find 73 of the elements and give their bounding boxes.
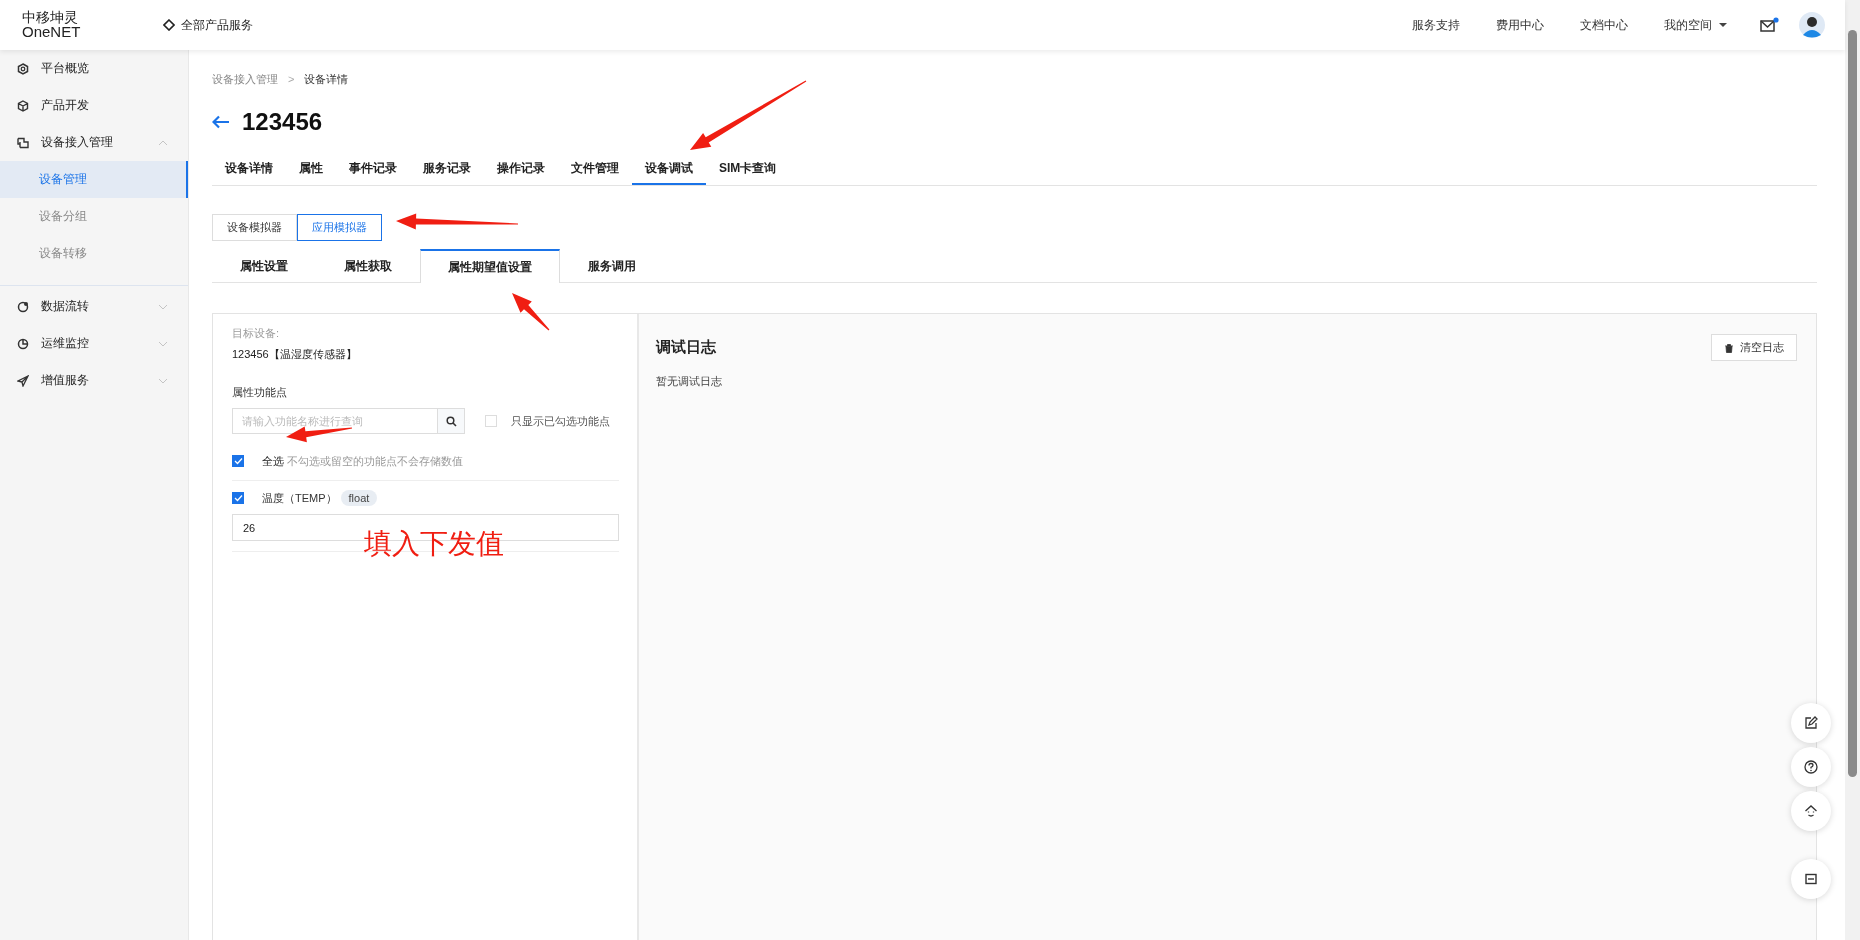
tab[interactable]: 服务记录 [410,153,484,185]
sidebar-item[interactable]: 运维监控 [0,325,188,362]
sub-tab[interactable]: 属性获取 [316,249,420,282]
scrollbar[interactable] [1845,0,1860,940]
breadcrumb-separator: > [288,73,295,85]
type-tag: float [340,490,378,506]
tab[interactable]: 设备详情 [212,153,286,185]
breadcrumb-link[interactable]: 设备接入管理 [212,71,278,87]
search-button[interactable] [437,408,465,434]
mail-icon[interactable] [1759,17,1779,33]
diamond-icon [163,19,175,31]
breadcrumb-link[interactable]: 设备详情 [304,71,349,87]
annotation-arrow [286,426,353,443]
tab[interactable]: 操作记录 [484,153,558,185]
logo-text: OneNET [22,24,82,41]
minimize-icon [1804,872,1818,886]
all-products-link[interactable]: 全部产品服务 [163,16,253,34]
pie-chart-icon [17,337,29,350]
target-label: 目标设备: [232,326,281,341]
logo-text: 中移坤灵 [22,9,79,25]
cycle-icon [17,300,29,313]
collapse-button[interactable] [1791,859,1831,899]
nav-link[interactable]: 服务支持 [1412,16,1460,34]
sidebar-item[interactable]: 数据流转 [0,288,188,325]
hint-text: 不勾选或留空的功能点不会存储数值 [287,453,463,469]
robot-icon [1804,804,1818,818]
mode-button[interactable]: 应用模拟器 [297,214,382,241]
clear-log-button[interactable]: 清空日志 [1711,334,1797,361]
help-button[interactable] [1791,747,1831,787]
checkbox[interactable] [485,415,497,427]
sidebar-item[interactable]: 设备接入管理 [0,124,188,161]
tab[interactable]: 事件记录 [336,153,410,185]
scrollbar-thumb[interactable] [1848,30,1857,777]
cube-icon [17,99,29,112]
sidebar-item[interactable]: 平台概览 [0,50,188,87]
tab[interactable]: 设备调试 [632,153,706,185]
property-name: 温度（TEMP） [262,490,337,506]
section-label: 属性功能点 [232,385,288,400]
checkbox[interactable] [232,492,244,504]
checkbox-label: 全选 [262,453,284,469]
sidebar-item[interactable]: 增值服务 [0,362,188,399]
nav-link[interactable]: 文档中心 [1580,16,1628,34]
edit-icon [1804,716,1818,730]
my-space-menu[interactable]: 我的空间 [1664,16,1727,34]
tab[interactable]: 属性 [286,153,336,185]
sidebar-subitem[interactable]: 设备管理 [0,161,188,198]
panel-title: 调试日志 [656,338,716,357]
back-arrow-icon[interactable] [212,115,230,129]
tab[interactable]: SIM卡查询 [706,153,790,185]
logo[interactable]: 中移坤灵 OneNET [22,9,130,41]
annotation-arrow [512,293,550,331]
search-field[interactable]: 请输入功能名称进行查询 [232,408,437,434]
sub-tab[interactable]: 服务调用 [560,249,664,282]
feedback-button[interactable] [1791,703,1831,743]
device-icon [17,136,29,149]
caret-icon [1719,22,1727,28]
search-icon [445,415,457,427]
avatar-icon[interactable] [1799,12,1825,38]
help-icon [1804,760,1818,774]
hexagon-icon [17,62,29,75]
empty-message: 暂无调试日志 [656,374,723,389]
checkbox[interactable] [232,455,244,467]
checkbox-label: 只显示已勾选功能点 [511,413,610,429]
paper-plane-icon [17,374,29,387]
page-title: 123456 [242,108,323,136]
sub-tab[interactable]: 属性期望值设置 [420,249,560,283]
sub-tab[interactable]: 属性设置 [212,249,316,282]
trash-icon [1724,342,1734,353]
mode-button[interactable]: 设备模拟器 [212,214,297,241]
target-device: 123456【温湿度传感器】 [232,347,358,362]
sidebar-item[interactable]: 产品开发 [0,87,188,124]
tab[interactable]: 文件管理 [558,153,632,185]
nav-link[interactable]: 费用中心 [1496,16,1544,34]
